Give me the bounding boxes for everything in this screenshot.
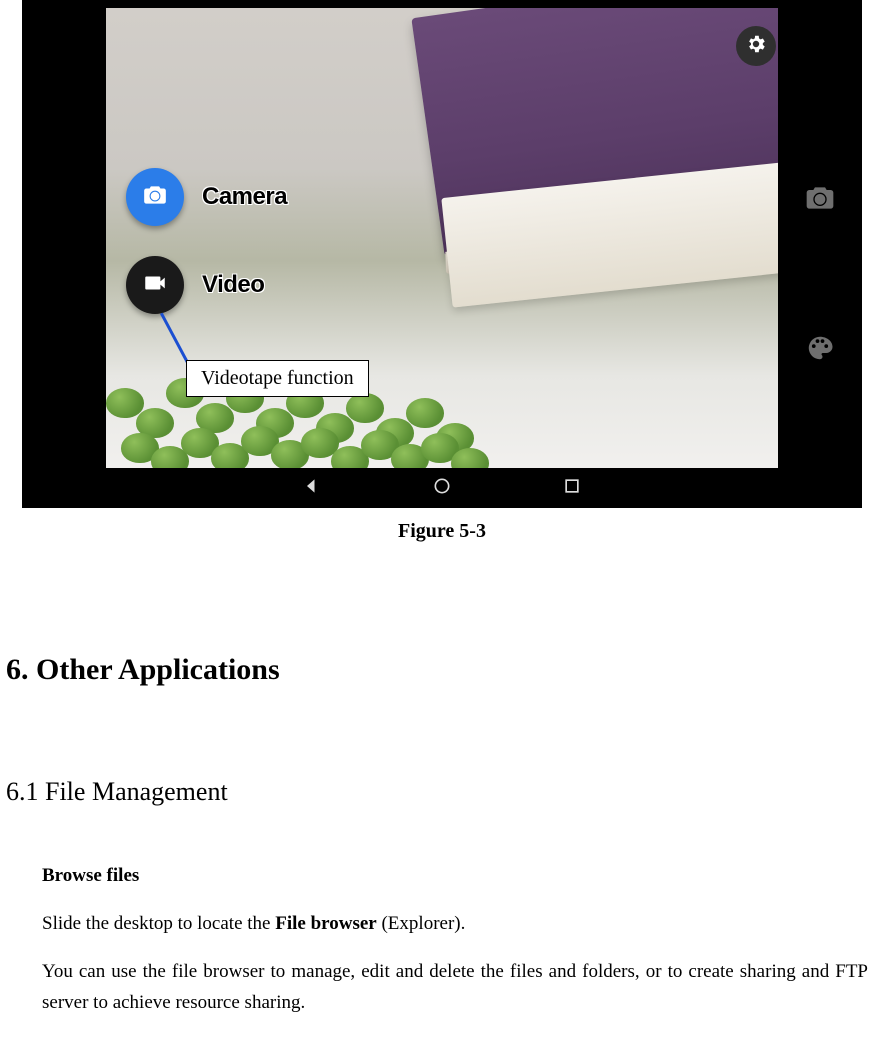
side-effects-button[interactable] (800, 330, 840, 370)
palette-icon (805, 333, 835, 368)
side-camera-button[interactable] (800, 180, 840, 220)
figure-caption: Figure 5-3 (0, 520, 884, 543)
video-mode-option[interactable]: Video (126, 256, 264, 314)
device-screenshot: Camera Video Videotape function (22, 0, 862, 508)
video-mode-label: Video (202, 271, 264, 299)
back-icon[interactable] (302, 476, 322, 501)
text: Slide the desktop to locate the (42, 913, 275, 934)
callout-label: Videotape function (186, 360, 369, 397)
subsection-heading: 6.1 File Management (6, 777, 878, 807)
camera-viewfinder: Camera Video Videotape function (106, 8, 806, 468)
browse-files-heading: Browse files (42, 865, 868, 887)
text: (Explorer). (377, 913, 466, 934)
video-mode-button[interactable] (126, 256, 184, 314)
camera-icon (142, 182, 168, 213)
gear-icon (745, 33, 767, 60)
camera-icon (804, 182, 836, 219)
paragraph-1: Slide the desktop to locate the File bro… (42, 909, 868, 939)
camera-mode-button[interactable] (126, 168, 184, 226)
paragraph-2: You can use the file browser to manage, … (42, 957, 868, 1018)
side-toolbar (778, 0, 862, 508)
camera-mode-option[interactable]: Camera (126, 168, 287, 226)
file-browser-term: File browser (275, 913, 377, 934)
video-icon (142, 270, 168, 301)
settings-button[interactable] (736, 26, 776, 66)
status-bar (22, 0, 862, 8)
document-body: 6. Other Applications 6.1 File Managemen… (6, 653, 878, 1018)
section-heading: 6. Other Applications (6, 653, 878, 687)
recent-icon[interactable] (562, 476, 582, 501)
home-icon[interactable] (432, 476, 452, 501)
android-navbar (22, 468, 862, 508)
camera-mode-label: Camera (202, 183, 287, 211)
